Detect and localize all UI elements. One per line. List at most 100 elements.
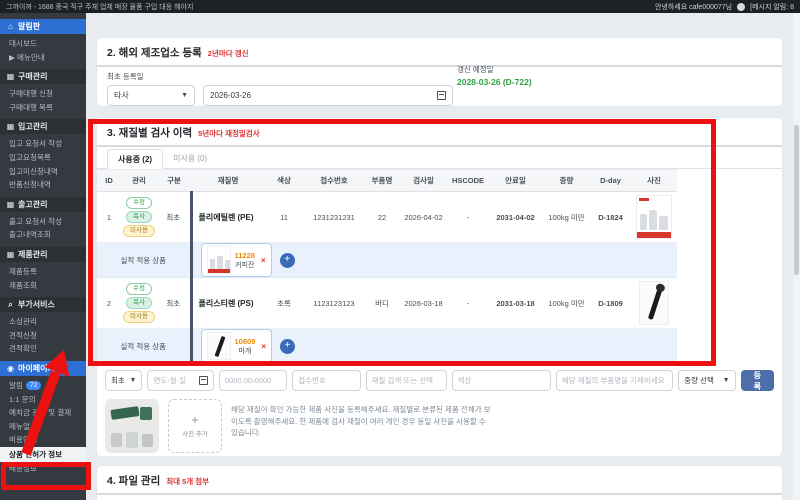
sidebar-item-sourcing[interactable]: 소싱관리: [0, 315, 86, 329]
col-header-material: 재질명: [191, 170, 265, 192]
product-thumbnail-cups: [207, 246, 231, 274]
sidebar-item-manual[interactable]: 메뉴얼: [0, 420, 86, 434]
example-photo-caption: 예시 사진: [105, 456, 159, 457]
sidebar-item-menu-guide[interactable]: ▶ 메뉴안내: [0, 51, 86, 65]
edit-button[interactable]: 수정: [126, 283, 152, 295]
cell-type: 최초: [157, 278, 191, 329]
col-header-id: ID: [97, 170, 121, 192]
table-row: 2 수정 복사 미사용 최초 폴리스티렌 (PS) 초록 1123123123 …: [97, 278, 677, 329]
remove-product-icon[interactable]: ×: [261, 342, 266, 351]
table-row: 1 수정 복사 미사용 최초 폴리에틸렌 (PE) 11 1231231231 …: [97, 192, 677, 243]
sidebar-nav: ⌂알림판 대시보드 ▶ 메뉴안내 ▦구매관리 구매대행 신청 구매대행 목록 ▦…: [0, 13, 86, 500]
part-name-input[interactable]: 해당 재질의 부품명을 기재하세요: [556, 370, 673, 391]
sidebar-item-shipping-info[interactable]: 배송정보: [0, 462, 86, 476]
sidebar-item-product-search[interactable]: 제품조회: [0, 279, 86, 293]
sidebar-item-inquiry[interactable]: 1:1 문의: [0, 393, 86, 407]
vertical-scrollbar[interactable]: [793, 13, 800, 500]
sidebar-item-outbound-history[interactable]: 출고내역조회: [0, 228, 86, 242]
sidebar-item-deposit[interactable]: 예치금 관리 및 결제: [0, 406, 86, 420]
cell-expiry: 2031-04-02: [488, 192, 543, 243]
applied-products-label: 실적 적용 상품: [97, 329, 191, 364]
table-header-row: ID 관리 구분 재질명 색상 접수번호 부품명 검사일 HSCODE 만료일 …: [97, 170, 677, 192]
photo-guide-text: 해당 재질이 확인 가능한 제품 사진을 등록해주세요. 재질별로 분류된 제품…: [231, 399, 493, 457]
sidebar-item-inbound-unrequested[interactable]: 입고미신청내역: [0, 165, 86, 179]
cell-color: 초록: [265, 278, 303, 329]
sidebar-section-inbound[interactable]: ▦입고관리: [0, 119, 86, 134]
col-header-type: 구분: [157, 170, 191, 192]
registration-date-input[interactable]: 2026-03-26: [203, 85, 453, 106]
sidebar-item-product-register[interactable]: 제품등록: [0, 265, 86, 279]
col-header-manage: 관리: [121, 170, 157, 192]
product-photo-stopper[interactable]: [639, 281, 669, 325]
cell-test-date: 2026-03-18: [399, 278, 448, 329]
edit-button[interactable]: 수정: [126, 197, 152, 209]
col-header-part: 부품명: [365, 170, 399, 192]
scrollbar-thumb[interactable]: [794, 125, 799, 275]
col-header-expiry: 만료일: [488, 170, 543, 192]
cell-part: 22: [365, 192, 399, 243]
tab-in-use[interactable]: 사용중 (2): [107, 149, 163, 169]
topbar-message-link[interactable]: [메시지 알림: 8: [750, 2, 794, 12]
color-input[interactable]: 색상: [452, 370, 551, 391]
inspection-date-input[interactable]: 연도-월-일: [147, 370, 214, 391]
sidebar-item-quote-check[interactable]: 견적확인: [0, 342, 86, 356]
sidebar-section-product[interactable]: ▦제품관리: [0, 247, 86, 262]
weight-select[interactable]: 중량 선택▼: [678, 370, 735, 391]
sidebar-section-mypage[interactable]: ◉마이페이지: [0, 361, 86, 376]
copy-button[interactable]: 복사: [126, 211, 152, 223]
sidebar-item-board[interactable]: ⌂알림판: [0, 19, 86, 34]
applied-product-chip[interactable]: 10809 마개 ×: [201, 329, 273, 363]
applied-products-row: 실적 적용 상품 10809 마개 × +: [97, 329, 677, 364]
sidebar-item-purchase-list[interactable]: 구매대행 목록: [0, 101, 86, 115]
cell-material: 폴리에틸렌 (PE): [191, 192, 265, 243]
sidebar-item-outbound-request[interactable]: 출고 요청서 작성: [0, 215, 86, 229]
cell-dday: D-1809: [590, 278, 631, 329]
applied-products-label: 실적 적용 상품: [97, 243, 191, 278]
example-photo: [105, 399, 159, 453]
add-photo-button[interactable]: + 사진 추가: [168, 399, 222, 453]
sidebar-item-notifications[interactable]: 알림72: [0, 379, 86, 393]
home-icon: ⌂: [6, 22, 15, 31]
chevron-down-icon: ▼: [181, 92, 188, 99]
app-window: 그까이꺼 - 1688 중국 직구 주체 업체 매장 물품 구입 대응 해야지 …: [0, 0, 800, 500]
receipt-number-input[interactable]: 접수번호: [292, 370, 360, 391]
copy-button[interactable]: 복사: [126, 297, 152, 309]
section3-title: 3. 재질별 검사 이력: [107, 125, 192, 140]
sidebar-item-inbound-list[interactable]: 입고요청목록: [0, 151, 86, 165]
set-unused-button[interactable]: 미사용: [123, 225, 155, 237]
hscode-input[interactable]: 0000.00-0000: [219, 370, 287, 391]
registration-type-select[interactable]: 타사▼: [107, 85, 195, 106]
sidebar-item-return-list[interactable]: 반품신청내역: [0, 178, 86, 192]
product-photo-cups[interactable]: [636, 195, 672, 239]
main-content: 2. 해외 제조업소 등록 2년마다 갱신 최초 등록일 타사▼ 2026-03…: [86, 13, 793, 500]
top-bar: 그까이꺼 - 1688 중국 직구 주체 업체 매장 물품 구입 대응 해야지 …: [0, 0, 800, 13]
divider: [97, 65, 782, 67]
sidebar-item-purchase-request[interactable]: 구매대행 신청: [0, 87, 86, 101]
sidebar-section-extra-services[interactable]: ⌕부가서비스: [0, 297, 86, 312]
divider: [97, 493, 782, 495]
add-product-button[interactable]: +: [280, 339, 295, 354]
sidebar-item-inbound-request[interactable]: 입고 요청서 작성: [0, 137, 86, 151]
cell-receipt-no: 1123123123: [303, 278, 365, 329]
sidebar-item-product-license[interactable]: 상품 인허가 정보: [0, 447, 86, 462]
overseas-manufacturer-card: 2. 해외 제조업소 등록 2년마다 갱신 최초 등록일 타사▼ 2026-03…: [96, 37, 783, 107]
material-search-input[interactable]: 재질 검색 또는 선택: [366, 370, 447, 391]
remove-product-icon[interactable]: ×: [261, 256, 266, 265]
add-product-button[interactable]: +: [280, 253, 295, 268]
sidebar-item-pricing[interactable]: 비용안내: [0, 433, 86, 447]
inspection-type-select[interactable]: 최초▼: [105, 370, 142, 391]
sidebar-section-outbound[interactable]: ▦출고관리: [0, 197, 86, 212]
register-button[interactable]: 등록: [741, 370, 774, 391]
applied-product-chip[interactable]: 11228 커피잔 ×: [201, 243, 272, 277]
tab-unused[interactable]: 미사용 (0): [163, 149, 217, 168]
material-inspection-card: 3. 재질별 검사 이력 5년마다 재정밀검사 사용중 (2) 미사용 (0) …: [96, 117, 783, 457]
plus-icon: +: [191, 414, 198, 426]
cell-weight: 100kg 미만: [543, 278, 590, 329]
cell-hscode: -: [448, 278, 488, 329]
avatar[interactable]: [737, 3, 745, 11]
sidebar-item-dashboard[interactable]: 대시보드: [0, 37, 86, 51]
col-header-dday: D-day: [590, 170, 631, 192]
set-unused-button[interactable]: 미사용: [123, 311, 155, 323]
sidebar-item-quote-request[interactable]: 견적신청: [0, 329, 86, 343]
sidebar-section-purchase[interactable]: ▦구매관리: [0, 69, 86, 84]
